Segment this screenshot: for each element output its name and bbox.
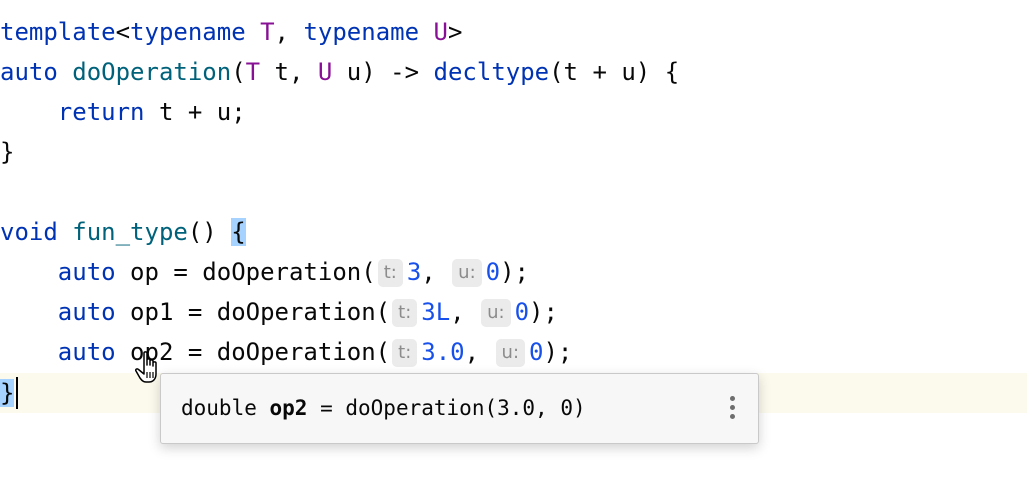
auto-keyword: auto [57, 298, 116, 326]
paren-open: ( [231, 58, 246, 86]
auto-keyword: auto [57, 258, 116, 286]
typename-keyword: typename [303, 18, 420, 46]
type-param-u: U [433, 18, 448, 46]
code-line-2[interactable]: auto doOperation(T t, U u) -> decltype(t… [0, 52, 1027, 92]
more-vertical-icon[interactable] [730, 396, 736, 422]
angle-open: < [115, 18, 131, 46]
code-line-8[interactable]: auto op1 = doOperation(t: 3L, u: 0); [0, 292, 1027, 332]
code-line-3[interactable]: return t + u; [0, 92, 1027, 132]
typename-keyword: typename [130, 18, 246, 46]
template-keyword: template [0, 18, 116, 46]
text-caret [16, 377, 18, 409]
arg-separator: , [450, 298, 480, 326]
hand-cursor-icon [135, 351, 157, 383]
code-line-4[interactable]: } [0, 132, 1027, 172]
decltype-expr: (t + u) { [549, 58, 680, 86]
type-info-popup[interactable]: double op2 = doOperation(3.0, 0) [160, 373, 759, 444]
param-hint-t[interactable]: t: [377, 259, 403, 287]
auto-keyword: auto [0, 58, 58, 86]
arg-separator: , [464, 338, 494, 366]
popup-initializer: = doOperation(3.0, 0) [307, 396, 586, 420]
function-name: fun_type [72, 218, 188, 246]
call-expr: op1 = doOperation( [115, 298, 391, 326]
arg-value-u: 0 [529, 338, 544, 366]
param-hint-t[interactable]: t: [392, 339, 418, 367]
arg-value-t: 3 [406, 258, 422, 286]
param-hint-t[interactable]: t: [392, 299, 418, 327]
code-line-1[interactable]: template<typename T, typename U> [0, 12, 1027, 52]
popup-variable: op2 [269, 396, 308, 420]
type-param-t: T [260, 18, 275, 46]
arg-separator: , [421, 258, 451, 286]
arg-value-u: 0 [514, 298, 530, 326]
call-end: ); [543, 338, 573, 366]
param-u: u) -> [332, 58, 434, 86]
void-keyword: void [0, 218, 58, 246]
comma: , [274, 18, 304, 46]
call-expr: op = doOperation( [115, 258, 376, 286]
function-name: doOperation [72, 58, 232, 86]
closing-brace: } [0, 138, 15, 166]
angle-close: > [447, 18, 463, 46]
code-editor[interactable]: template<typename T, typename U> auto do… [0, 0, 1027, 486]
call-end: ); [500, 258, 530, 286]
param-hint-u[interactable]: u: [481, 299, 511, 327]
param-hint-u[interactable]: u: [495, 339, 526, 367]
popup-declaration: double op2 = doOperation(3.0, 0) [181, 374, 586, 443]
return-keyword: return [57, 98, 145, 126]
call-end: ); [529, 298, 558, 326]
auto-keyword: auto [57, 338, 116, 366]
parens: () [187, 218, 232, 246]
arg-value-u: 0 [485, 258, 501, 286]
type-param-t: T [245, 58, 261, 86]
param-hint-u[interactable]: u: [452, 259, 482, 287]
return-expr: t + u; [144, 98, 246, 126]
type-param-u: U [317, 58, 333, 86]
arg-value-t: 3L [421, 298, 451, 326]
code-line-7[interactable]: auto op = doOperation(t: 3, u: 0); [0, 252, 1027, 292]
arg-value-t: 3.0 [421, 338, 465, 366]
matched-brace-close: } [0, 379, 15, 407]
popup-type: double [181, 396, 257, 420]
param-t: t, [260, 58, 318, 86]
matched-brace-open: { [231, 218, 246, 246]
decltype-keyword: decltype [433, 58, 550, 86]
code-line-6[interactable]: void fun_type() { [0, 212, 1027, 252]
